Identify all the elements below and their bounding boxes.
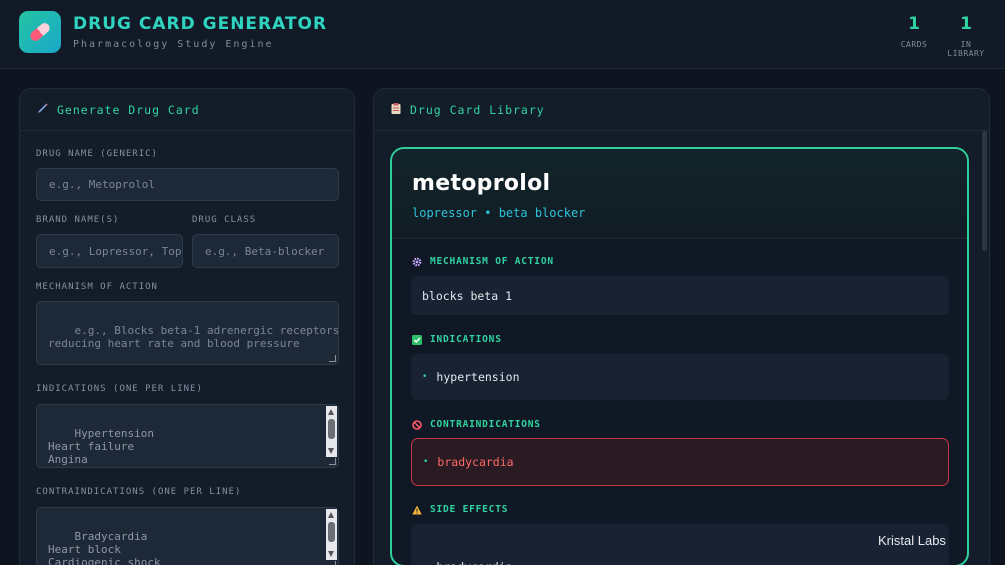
indications-scrollbar[interactable] xyxy=(326,406,337,457)
stat-cards: 1 CARDS xyxy=(898,14,930,49)
stat-cards-label: CARDS xyxy=(900,40,928,49)
drug-name-label: DRUG NAME (GENERIC) xyxy=(36,149,158,159)
indications-textarea[interactable]: Hypertension Heart failure Angina Post-M… xyxy=(36,404,339,468)
contraindications-list: • bradycardia xyxy=(411,438,949,486)
library-scrollbar[interactable] xyxy=(982,131,987,251)
contraindications-scrollbar[interactable] xyxy=(326,509,337,560)
contraindications-textarea[interactable]: Bradycardia Heart block Cardiogenic shoc… xyxy=(36,507,339,565)
indications-label: INDICATIONS (ONE PER LINE) xyxy=(36,384,203,394)
generator-panel-header: Generate Drug Card xyxy=(20,89,354,131)
scroll-thumb[interactable] xyxy=(328,522,335,542)
stat-library: 1 IN LIBRARY xyxy=(940,14,992,58)
stat-library-value: 1 xyxy=(960,14,972,34)
mechanism-textarea[interactable]: e.g., Blocks beta-1 adrenergic receptors… xyxy=(36,301,339,365)
brand-names-label: BRAND NAME(S) xyxy=(36,215,120,225)
generator-panel: Generate Drug Card DRUG NAME (GENERIC) e… xyxy=(19,88,355,565)
drug-class-input[interactable]: e.g., Beta-blocker xyxy=(192,234,339,268)
resize-handle[interactable] xyxy=(329,355,336,362)
indications-section-title: INDICATIONS xyxy=(412,334,502,345)
mechanism-box: blocks beta 1 xyxy=(411,276,949,315)
watermark: Kristal Labs xyxy=(878,533,946,548)
side-effects-list: • bradycardia xyxy=(411,524,949,565)
drug-name-input[interactable]: e.g., Metoprolol xyxy=(36,168,339,201)
indications-value: Hypertension Heart failure Angina Post-M… xyxy=(48,427,174,467)
bullet-icon: • xyxy=(422,372,428,382)
scroll-thumb[interactable] xyxy=(328,419,335,439)
side-effects-title: SIDE EFFECTS xyxy=(430,504,509,515)
drug-card-subtitle: lopressor • beta blocker xyxy=(412,206,586,220)
pill-logo-icon xyxy=(19,11,61,53)
stat-cards-value: 1 xyxy=(908,14,920,34)
mechanism-placeholder: e.g., Blocks beta-1 adrenergic receptors… xyxy=(48,324,339,350)
drug-card[interactable]: metoprolol lopressor • beta blocker MECH… xyxy=(390,147,969,565)
drug-card-header: metoprolol lopressor • beta blocker xyxy=(392,149,967,239)
contraindication-item: bradycardia xyxy=(437,455,514,469)
gear-icon xyxy=(412,257,422,267)
mechanism-title: MECHANISM OF ACTION xyxy=(430,256,554,267)
side-effect-item: bradycardia xyxy=(436,560,512,565)
bullet-icon: • xyxy=(423,457,429,467)
scroll-up-icon[interactable] xyxy=(328,409,334,415)
warning-icon xyxy=(412,505,422,515)
checkbox-icon xyxy=(412,334,422,345)
drug-class-label: DRUG CLASS xyxy=(192,215,257,225)
generator-heading: Generate Drug Card xyxy=(57,102,200,117)
scroll-up-icon[interactable] xyxy=(328,512,334,518)
app-header: DRUG CARD GENERATOR Pharmacology Study E… xyxy=(0,0,1005,69)
mechanism-section-title: MECHANISM OF ACTION xyxy=(412,256,554,267)
resize-handle[interactable] xyxy=(329,458,336,465)
contraindications-title: CONTRAINDICATIONS xyxy=(430,419,541,430)
indications-title: INDICATIONS xyxy=(430,334,502,345)
contraindications-value: Bradycardia Heart block Cardiogenic shoc… xyxy=(48,530,161,565)
indication-item: hypertension xyxy=(436,370,520,384)
brand-names-input[interactable]: e.g., Lopressor, Toprol xyxy=(36,234,183,268)
scroll-down-icon[interactable] xyxy=(328,551,334,557)
library-heading: Drug Card Library xyxy=(410,102,545,117)
prohibited-icon xyxy=(412,419,422,430)
side-effects-section-title: SIDE EFFECTS xyxy=(412,504,508,515)
library-panel-header: Drug Card Library xyxy=(374,89,989,131)
mechanism-text: blocks beta 1 xyxy=(422,288,513,303)
mechanism-label: MECHANISM OF ACTION xyxy=(36,282,158,292)
contraindications-section-title: CONTRAINDICATIONS xyxy=(412,419,541,430)
indications-list: • hypertension xyxy=(411,354,949,400)
app-title: DRUG CARD GENERATOR xyxy=(73,14,328,34)
library-panel: Drug Card Library metoprolol lopressor •… xyxy=(373,88,990,565)
clipboard-icon xyxy=(391,102,401,117)
stat-library-label: IN LIBRARY xyxy=(947,40,985,58)
pencil-icon xyxy=(37,103,48,117)
resize-handle[interactable] xyxy=(329,561,336,565)
scroll-down-icon[interactable] xyxy=(328,448,334,454)
drug-card-name: metoprolol xyxy=(412,171,551,196)
contraindications-label: CONTRAINDICATIONS (ONE PER LINE) xyxy=(36,487,242,497)
app-subtitle: Pharmacology Study Engine xyxy=(73,39,274,50)
